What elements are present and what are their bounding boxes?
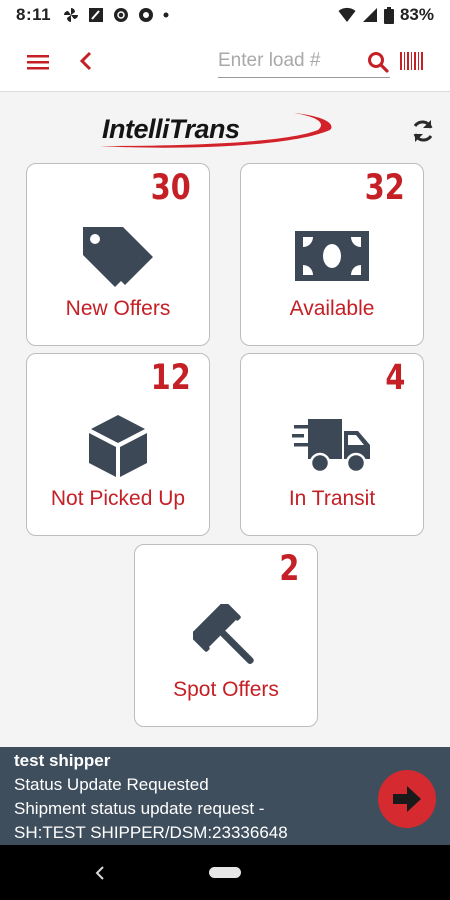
available-tile[interactable]: 32 Available — [240, 163, 424, 346]
spot-offers-count: 2 — [279, 549, 299, 589]
notification-title: test shipper — [14, 751, 111, 770]
back-button[interactable] — [74, 47, 98, 75]
battery-icon — [383, 6, 394, 24]
status-time: 8:11 — [16, 5, 52, 24]
tags-icon — [83, 227, 153, 287]
notification-banner[interactable]: test shipper Status Update Requested Shi… — [0, 747, 450, 845]
gavel-icon — [193, 604, 254, 665]
spot-offers-label: Spot Offers — [173, 678, 279, 701]
new-offers-label: New Offers — [65, 297, 171, 320]
load-number-input[interactable] — [218, 46, 358, 76]
money-icon — [295, 231, 369, 281]
nav-home-pill[interactable] — [209, 867, 241, 878]
hamburger-menu-icon — [27, 55, 49, 70]
truck-icon — [292, 419, 370, 474]
notification-message: Shipment status update request - — [14, 799, 265, 818]
pinwheel-icon — [64, 8, 79, 22]
available-count: 32 — [365, 168, 405, 208]
notification-subject: Status Update Requested — [14, 775, 209, 794]
edit-square-icon — [89, 8, 104, 22]
intellitrans-logo: IntelliTrans — [98, 108, 338, 152]
open-notification-button[interactable] — [378, 770, 436, 828]
new-offers-tile[interactable]: 30 New Offers — [26, 163, 210, 346]
load-search — [218, 46, 390, 78]
in-transit-label: In Transit — [288, 487, 376, 510]
spot-offers-tile[interactable]: 2 Spot Offers — [134, 544, 318, 727]
cell-signal-icon — [362, 8, 377, 22]
app-toolbar — [0, 30, 450, 92]
vpn-shield-icon — [114, 8, 129, 22]
arrow-right-icon — [393, 786, 421, 812]
battery-percent: 83% — [399, 5, 434, 24]
status-bar: 8:11 83% — [0, 0, 450, 30]
available-label: Available — [289, 297, 375, 320]
in-transit-count: 4 — [385, 358, 405, 398]
notification-icons — [63, 7, 169, 23]
chrome-icon — [139, 8, 154, 22]
chevron-left-icon — [79, 51, 92, 71]
not-picked-up-count: 12 — [151, 358, 191, 398]
new-offers-count: 30 — [151, 168, 191, 208]
not-picked-up-tile[interactable]: 12 Not Picked Up — [26, 353, 210, 536]
notification-reference: SH:TEST SHIPPER/DSM:23336648 — [14, 823, 288, 842]
menu-button[interactable] — [24, 50, 52, 74]
box-icon — [89, 415, 147, 477]
refresh-icon[interactable] — [410, 118, 436, 144]
system-nav-bar — [0, 845, 450, 900]
search-icon[interactable] — [366, 50, 390, 74]
not-picked-up-label: Not Picked Up — [50, 487, 186, 510]
logo-text: IntelliTrans — [102, 114, 240, 144]
nav-back-icon[interactable] — [90, 863, 110, 883]
in-transit-tile[interactable]: 4 In Transit — [240, 353, 424, 536]
barcode-scan-icon[interactable] — [400, 52, 424, 70]
wifi-icon — [338, 7, 356, 22]
dot-icon — [163, 12, 169, 18]
